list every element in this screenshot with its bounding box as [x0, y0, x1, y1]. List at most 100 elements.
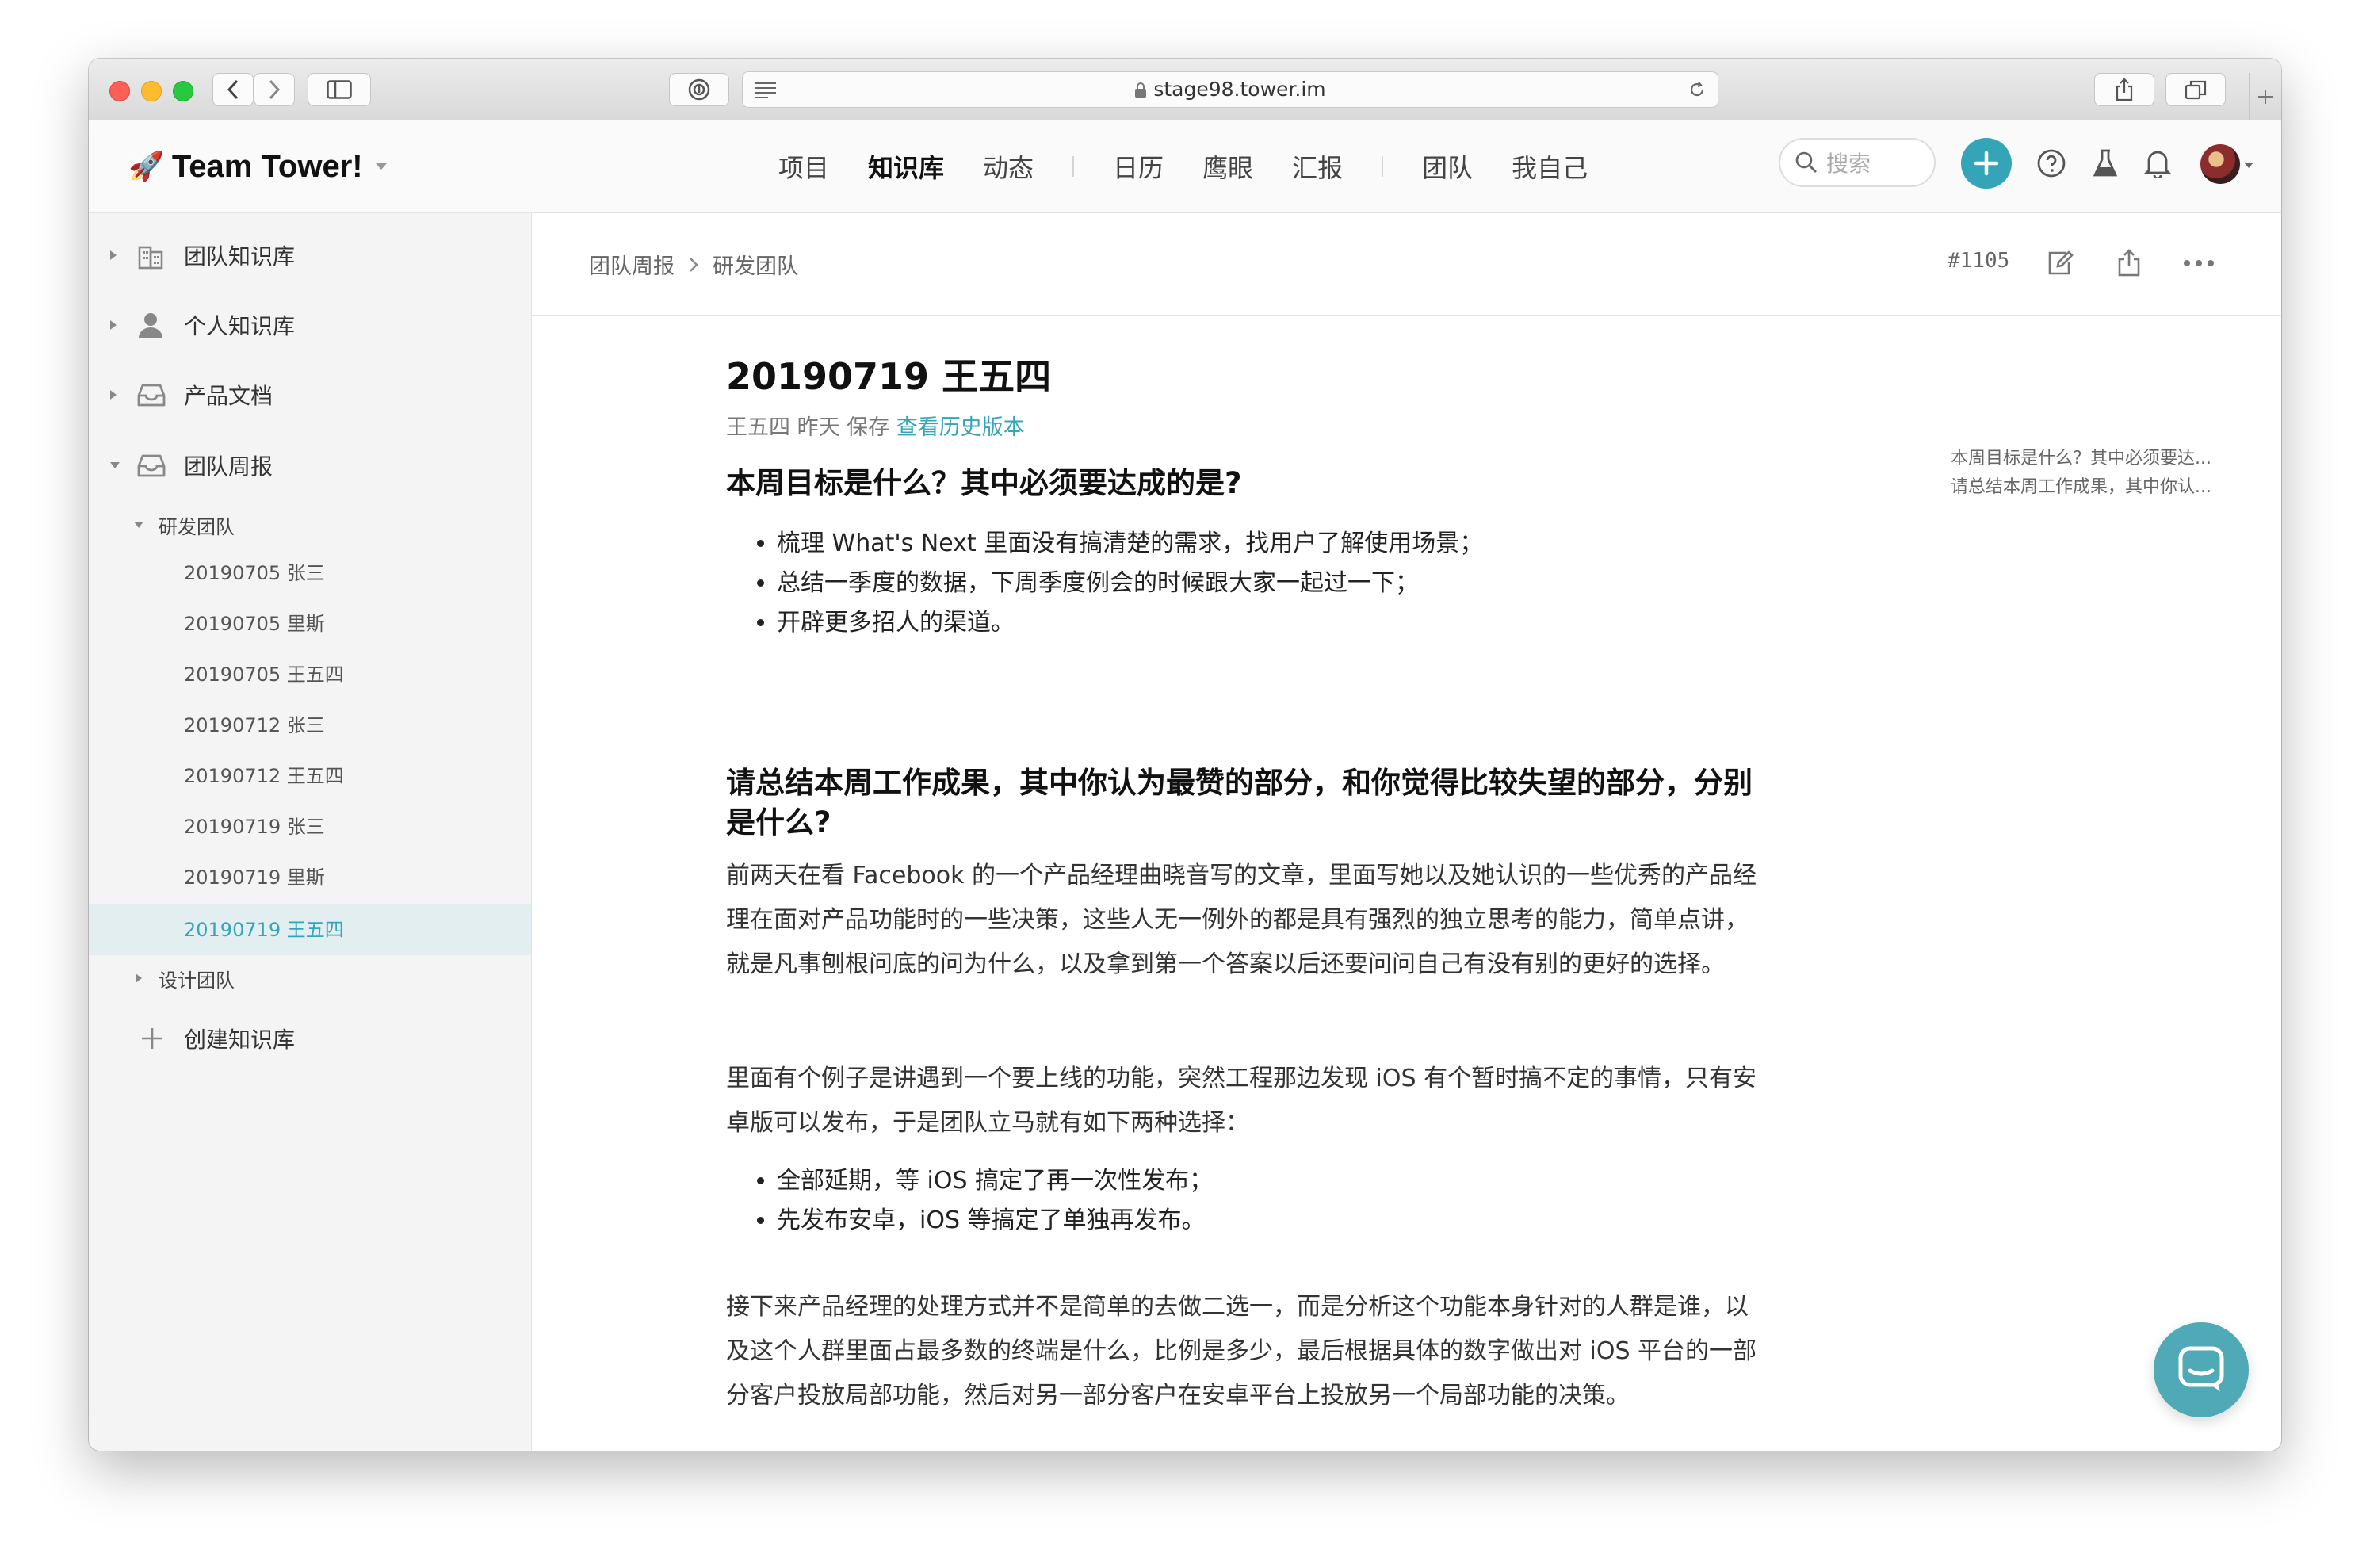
sidebar-doc-item[interactable]: 20190719 里斯 — [89, 854, 531, 901]
share-icon — [2118, 249, 2140, 277]
document-meta: 王五四 昨天 保存 查看历史版本 — [726, 410, 1025, 441]
caret-down-icon[interactable] — [2243, 162, 2254, 170]
plus-icon — [2258, 90, 2273, 104]
doc-label: 20190719 张三 — [184, 816, 325, 838]
nav-eagle-eye[interactable]: 鹰眼 — [1202, 148, 1253, 185]
chevron-left-icon — [227, 79, 239, 100]
share-button[interactable] — [2094, 73, 2154, 106]
nav-projects[interactable]: 项目 — [778, 148, 829, 185]
edit-icon — [2048, 250, 2074, 275]
doc-label: 20190705 里斯 — [184, 613, 325, 635]
paragraph: 前两天在看 Facebook 的一个产品经理曲晓音写的文章，里面写她以及她认识的… — [726, 862, 1757, 978]
nav-me[interactable]: 我自己 — [1512, 148, 1588, 185]
sidebar-doc-item[interactable]: 20190705 张三 — [89, 549, 531, 597]
reload-icon[interactable] — [1688, 80, 1707, 99]
building-icon — [138, 246, 163, 270]
user-avatar[interactable] — [2200, 144, 2240, 184]
table-of-contents: 本周目标是什么？其中必须要达... 请总结本周工作成果，其中你认... — [1951, 445, 2211, 502]
tabs-icon — [2185, 80, 2207, 100]
lock-icon — [1135, 82, 1147, 98]
history-link[interactable]: 查看历史版本 — [896, 415, 1025, 440]
document-number: #1105 — [1948, 249, 2010, 273]
forward-button[interactable] — [254, 73, 295, 106]
back-button[interactable] — [212, 73, 254, 106]
sidebar-doc-item-active[interactable]: 20190719 王五四 — [89, 904, 531, 955]
app-header: 🚀 Team Tower! 项目 知识库 动态 日历 鹰眼 汇报 团队 我自己 … — [89, 120, 2281, 213]
tabs-overview-button[interactable] — [2165, 73, 2226, 106]
plus-icon — [1974, 151, 1999, 176]
create-kb-label: 创建知识库 — [184, 1027, 296, 1053]
browser-toolbar: stage98.tower.im — [89, 59, 2281, 121]
labs-button[interactable] — [2088, 146, 2123, 181]
more-horizontal-icon — [2184, 260, 2214, 266]
support-chat-button[interactable] — [2154, 1322, 2249, 1417]
bell-icon — [2144, 151, 2171, 178]
breadcrumb: 团队周报 研发团队 — [589, 249, 798, 280]
nav-activity[interactable]: 动态 — [983, 148, 1034, 185]
help-button[interactable] — [2034, 146, 2069, 181]
nav-team[interactable]: 团队 — [1422, 148, 1473, 185]
sidebar-toggle-button[interactable] — [308, 73, 371, 106]
sidebar-doc-item[interactable]: 20190705 王五四 — [89, 651, 531, 698]
doc-label: 20190719 王五四 — [184, 919, 344, 941]
sidebar-item-team-kb[interactable]: 团队知识库 — [89, 234, 531, 277]
doc-label: 20190705 张三 — [184, 562, 325, 584]
doc-label: 20190719 里斯 — [184, 866, 325, 889]
create-button[interactable] — [1961, 138, 2012, 189]
caret-right-icon — [136, 973, 142, 983]
breadcrumb-dev-team[interactable]: 研发团队 — [713, 249, 798, 280]
new-tab-button[interactable] — [2249, 73, 2281, 120]
list-item: 总结一季度的数据，下周季度例会的时候跟大家一起过一下； — [777, 564, 1768, 603]
nav-calendar[interactable]: 日历 — [1113, 148, 1164, 185]
doc-label: 20190712 张三 — [184, 714, 325, 736]
breadcrumb-weekly-reports[interactable]: 团队周报 — [589, 249, 675, 280]
sidebar-doc-item[interactable]: 20190712 王五四 — [89, 752, 531, 800]
sidebar-doc-item[interactable]: 20190705 里斯 — [89, 600, 531, 648]
toc-item[interactable]: 本周目标是什么？其中必须要达... — [1951, 445, 2211, 473]
sidebar-item-label: 团队周报 — [184, 453, 273, 480]
list-item: 先发布安卓，iOS 等搞定了单独再发布。 — [777, 1201, 1768, 1241]
nav-knowledge-base[interactable]: 知识库 — [868, 148, 944, 185]
zoom-window-button[interactable] — [173, 81, 193, 101]
sidebar-item-label: 个人知识库 — [184, 313, 296, 339]
password-button[interactable] — [669, 73, 729, 106]
toc-item[interactable]: 请总结本周工作成果，其中你认... — [1951, 473, 2211, 502]
document-title: 20190719 王五四 — [726, 355, 1052, 398]
team-switcher[interactable]: 🚀 Team Tower! — [128, 144, 388, 189]
caret-right-icon — [110, 250, 117, 260]
notifications-button[interactable] — [2140, 146, 2175, 181]
close-window-button[interactable] — [109, 81, 130, 101]
share-document-button[interactable] — [2111, 245, 2147, 281]
sidebar-group-dev-team[interactable]: 研发团队 — [89, 507, 531, 543]
sidebar-doc-item[interactable]: 20190712 张三 — [89, 702, 531, 749]
edit-button[interactable] — [2042, 245, 2078, 281]
search-input[interactable]: 搜索 — [1779, 138, 1936, 187]
more-options-button[interactable] — [2181, 245, 2217, 281]
search-placeholder: 搜索 — [1826, 151, 1871, 177]
list-item: 全部延期，等 iOS 搞定了再一次性发布； — [777, 1161, 1768, 1201]
doc-label: 20190705 王五四 — [184, 664, 344, 686]
section-heading-goals: 本周目标是什么？其中必须要达成的是? — [726, 466, 1242, 500]
sidebar-item-label: 团队知识库 — [184, 243, 296, 270]
paragraph: 里面有个例子是讲遇到一个要上线的功能，突然工程那边发现 iOS 有个暂时搞不定的… — [726, 1065, 1757, 1137]
caret-right-icon — [110, 320, 117, 330]
doc-label: 20190712 王五四 — [184, 765, 344, 787]
minimize-window-button[interactable] — [141, 81, 162, 101]
list-item: 梳理 What's Next 里面没有搞清楚的需求，找用户了解使用场景； — [777, 524, 1768, 564]
inbox-icon — [137, 454, 166, 477]
create-kb-button[interactable]: 创建知识库 — [89, 1017, 531, 1060]
sidebar-item-product-docs[interactable]: 产品文档 — [89, 373, 531, 416]
caret-down-icon — [375, 163, 387, 170]
sidebar-item-personal-kb[interactable]: 个人知识库 — [89, 304, 531, 346]
nav-reports[interactable]: 汇报 — [1292, 148, 1343, 185]
sidebar-item-weekly-reports[interactable]: 团队周报 — [89, 444, 531, 487]
nav-divider — [1072, 156, 1075, 177]
address-bar[interactable]: stage98.tower.im — [742, 71, 1718, 108]
sidebar-group-design-team[interactable]: 设计团队 — [89, 960, 531, 996]
inbox-icon — [137, 384, 166, 407]
sidebar-doc-item[interactable]: 20190719 张三 — [89, 803, 531, 851]
nav-divider — [1382, 156, 1384, 177]
search-icon — [1795, 151, 1817, 173]
chevron-right-icon — [690, 257, 698, 272]
sidebar-icon — [327, 80, 352, 99]
